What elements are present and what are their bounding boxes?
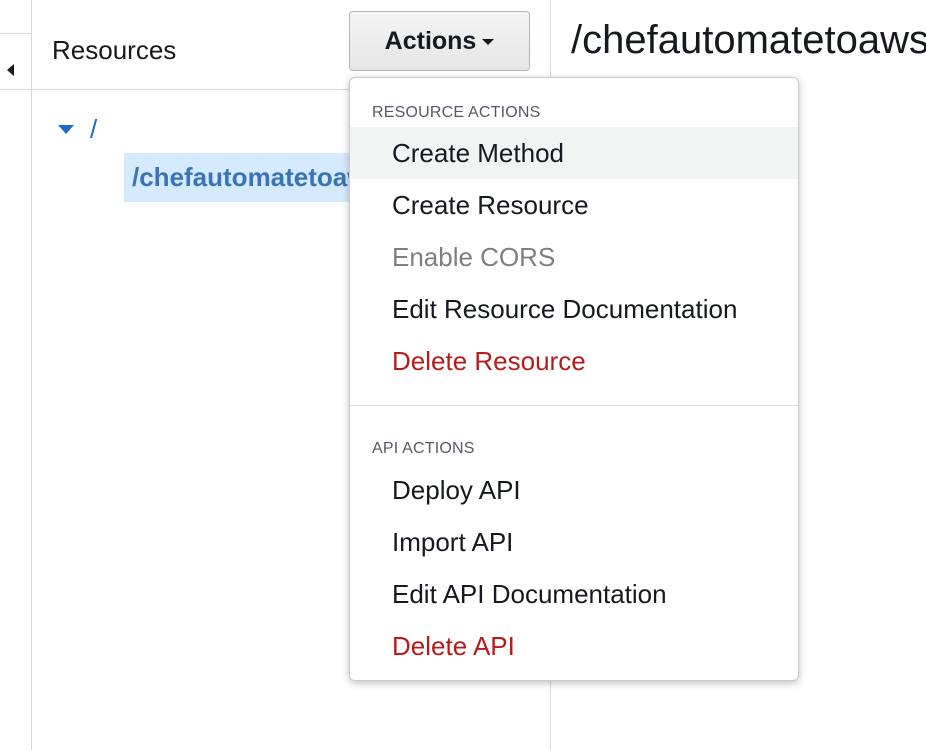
actions-dropdown-menu: RESOURCE ACTIONS Create Method Create Re… <box>349 77 799 681</box>
collapse-left-icon[interactable] <box>7 64 14 76</box>
menu-deploy-api[interactable]: Deploy API <box>350 464 798 516</box>
tree-node-selected[interactable]: /chefautomatetoaws <box>124 153 364 202</box>
caret-down-icon <box>482 39 495 45</box>
strip-divider <box>0 89 32 90</box>
expand-triangle-icon[interactable] <box>58 124 74 134</box>
menu-edit-resource-documentation[interactable]: Edit Resource Documentation <box>350 283 798 335</box>
menu-divider <box>350 405 798 406</box>
api-gateway-resources-view: Resources Actions / /chefautomatetoaws /… <box>0 0 926 750</box>
tree-node-root[interactable]: / <box>58 114 97 144</box>
menu-enable-cors: Enable CORS <box>392 242 556 272</box>
tree-root-path[interactable]: / <box>90 114 97 145</box>
menu-delete-resource[interactable]: Delete Resource <box>350 335 798 387</box>
resource-actions-heading: RESOURCE ACTIONS <box>372 104 541 121</box>
menu-create-method[interactable]: Create Method <box>350 127 798 179</box>
api-actions-heading: API ACTIONS <box>372 440 475 457</box>
menu-delete-api[interactable]: Delete API <box>350 620 798 672</box>
menu-edit-api-documentation[interactable]: Edit API Documentation <box>350 568 798 620</box>
side-nav-collapse-strip <box>0 0 32 750</box>
resources-title: Resources <box>52 35 177 65</box>
actions-button-label: Actions <box>384 26 477 55</box>
resource-title: /chefautomatetoaws <box>571 18 926 62</box>
menu-import-api[interactable]: Import API <box>350 516 798 568</box>
menu-create-resource[interactable]: Create Resource <box>350 179 798 231</box>
actions-dropdown-button[interactable]: Actions <box>349 11 530 71</box>
strip-top-divider <box>0 0 32 34</box>
